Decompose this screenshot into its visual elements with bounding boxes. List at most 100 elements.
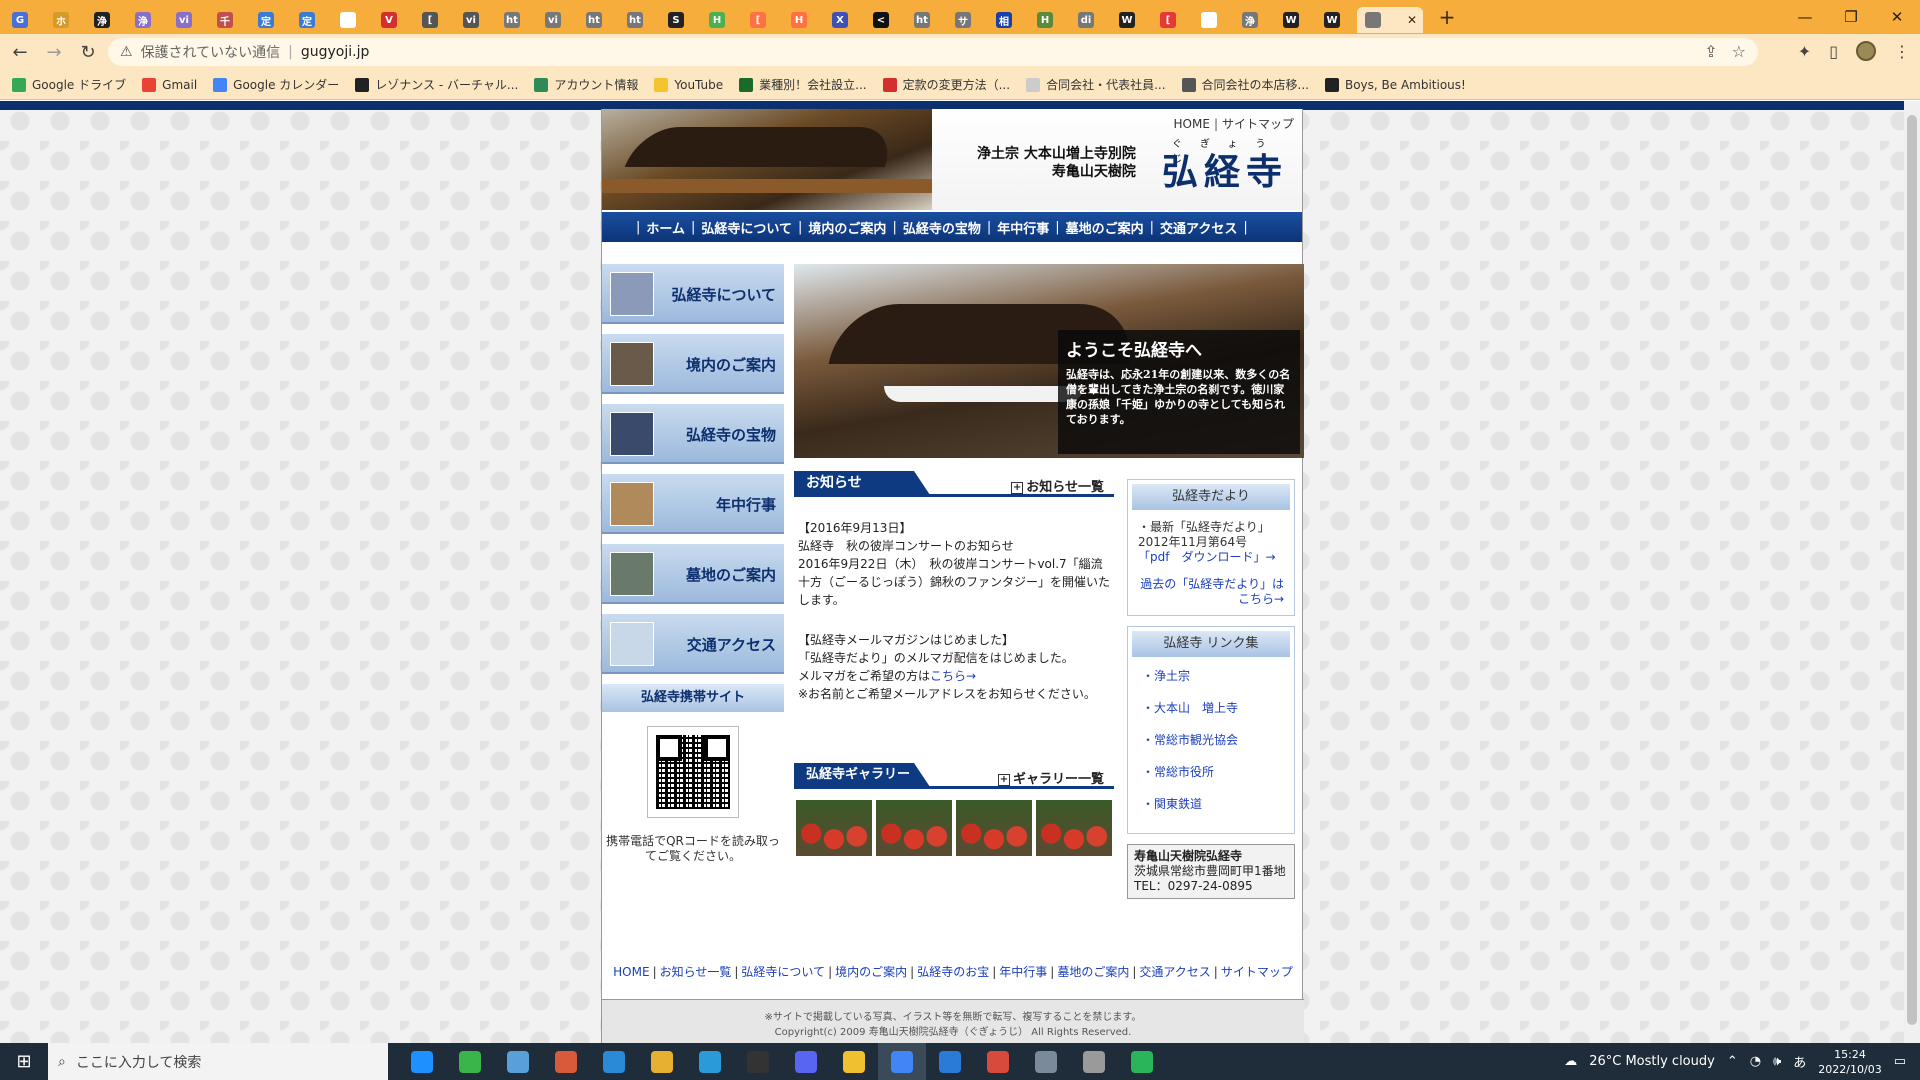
footer-nav-link[interactable]: HOME	[613, 965, 649, 979]
link-item[interactable]: 常総市役所	[1142, 761, 1280, 793]
security-label[interactable]: 保護されていない通信	[141, 42, 281, 62]
header-sitemap-link[interactable]: サイトマップ	[1222, 117, 1294, 131]
ime-indicator[interactable]: あ	[1793, 1052, 1806, 1071]
global-nav-item[interactable]: 年中行事	[997, 218, 1049, 237]
taskbar-search[interactable]: ⌕ ここに入力して検索	[48, 1043, 388, 1080]
network-icon[interactable]: ◔	[1750, 1054, 1761, 1069]
browser-tab[interactable]: S	[660, 7, 701, 33]
global-nav-item[interactable]: ホーム	[646, 218, 685, 237]
browser-tab[interactable]: 定	[291, 7, 332, 33]
temple-name-logo[interactable]: 弘経寺	[1162, 143, 1288, 195]
browser-tab[interactable]: H	[1029, 7, 1070, 33]
browser-tab[interactable]: vi	[537, 7, 578, 33]
taskbar-app[interactable]	[398, 1043, 446, 1080]
address-bar[interactable]: ⚠ 保護されていない通信 | gugyoji.jp ⇪ ☆	[108, 38, 1758, 66]
chevron-up-icon[interactable]: ⌃	[1727, 1054, 1738, 1069]
browser-tab[interactable]: [	[414, 7, 455, 33]
bookmark-item[interactable]: 合同会社・代表社員...	[1026, 76, 1166, 93]
browser-tab[interactable]: 相	[988, 7, 1029, 33]
sidebar-button[interactable]: 交通アクセス	[602, 614, 784, 674]
taskbar-app[interactable]	[878, 1043, 926, 1080]
taskbar-app[interactable]	[446, 1043, 494, 1080]
browser-tab[interactable]: W	[1111, 7, 1152, 33]
weather-text[interactable]: 26°C Mostly cloudy	[1589, 1054, 1715, 1069]
bookmark-item[interactable]: Gmail	[142, 77, 197, 92]
close-button[interactable]: ✕	[1874, 8, 1920, 26]
global-nav-item[interactable]: 墓地のご案内	[1066, 218, 1144, 237]
taskbar-app[interactable]	[782, 1043, 830, 1080]
news-more-link[interactable]: + お知らせ一覧	[1011, 476, 1104, 495]
bookmark-item[interactable]: Google カレンダー	[213, 76, 339, 93]
browser-tab[interactable]: G	[4, 7, 45, 33]
browser-tab[interactable]: <	[865, 7, 906, 33]
gallery-more-link[interactable]: + ギャラリー一覧	[997, 768, 1104, 787]
bookmark-item[interactable]: 業種別！会社設立...	[739, 76, 867, 93]
newsletter-link[interactable]: こちら→	[930, 669, 976, 683]
link-item[interactable]: 常総市観光協会	[1142, 729, 1280, 761]
browser-tab[interactable]: H	[1193, 7, 1234, 33]
forward-icon[interactable]: →	[40, 42, 68, 63]
taskbar-app[interactable]	[1022, 1043, 1070, 1080]
dayori-past-link[interactable]: 過去の「弘経寺だより」はこちら→	[1138, 577, 1284, 607]
back-icon[interactable]: ←	[6, 42, 34, 63]
bookmark-item[interactable]: アカウント情報	[534, 76, 638, 93]
taskbar-app[interactable]	[734, 1043, 782, 1080]
sidebar-button[interactable]: 墓地のご案内	[602, 544, 784, 604]
browser-tab[interactable]: W	[1316, 7, 1357, 33]
bookmark-item[interactable]: Google ドライブ	[12, 76, 126, 93]
side-panel-icon[interactable]: ▯	[1829, 42, 1838, 61]
taskbar-app[interactable]	[590, 1043, 638, 1080]
link-item[interactable]: 大本山 増上寺	[1142, 697, 1280, 729]
footer-nav-link[interactable]: 弘経寺のお宝	[917, 965, 989, 979]
browser-tab[interactable]: vi	[168, 7, 209, 33]
new-tab-button[interactable]: +	[1433, 5, 1461, 29]
warning-icon[interactable]: ⚠	[120, 44, 133, 60]
link-item[interactable]: 浄土宗	[1142, 665, 1280, 697]
browser-tab[interactable]: 浄	[127, 7, 168, 33]
gallery-photo[interactable]	[956, 800, 1032, 856]
browser-tab[interactable]: vi	[455, 7, 496, 33]
share-icon[interactable]: ⇪	[1704, 42, 1717, 61]
browser-tab[interactable]: 千	[209, 7, 250, 33]
minimize-button[interactable]: —	[1782, 8, 1828, 26]
browser-tab[interactable]: ht	[906, 7, 947, 33]
taskbar-app[interactable]	[542, 1043, 590, 1080]
notification-icon[interactable]: ▭	[1894, 1054, 1906, 1069]
global-nav-item[interactable]: 境内のご案内	[808, 218, 886, 237]
taskbar-app[interactable]	[494, 1043, 542, 1080]
bookmark-item[interactable]: YouTube	[654, 77, 723, 92]
scrollbar-thumb[interactable]	[1907, 115, 1917, 1025]
volume-icon[interactable]: 🕪	[1773, 1054, 1781, 1069]
global-nav-item[interactable]: 交通アクセス	[1160, 218, 1237, 237]
taskbar-app[interactable]	[830, 1043, 878, 1080]
footer-nav-link[interactable]: 墓地のご案内	[1057, 965, 1129, 979]
browser-tab[interactable]: H	[701, 7, 742, 33]
global-nav-item[interactable]: 弘経寺について	[701, 218, 792, 237]
taskbar-app[interactable]	[1118, 1043, 1166, 1080]
footer-nav-link[interactable]: 弘経寺について	[741, 965, 825, 979]
browser-tab[interactable]: [	[1152, 7, 1193, 33]
page-scrollbar[interactable]	[1904, 101, 1920, 1043]
reload-icon[interactable]: ↻	[74, 42, 102, 63]
tab-close-icon[interactable]: ✕	[1407, 13, 1417, 27]
footer-nav-link[interactable]: サイトマップ	[1221, 965, 1293, 979]
bookmark-item[interactable]: 合同会社の本店移...	[1181, 76, 1309, 93]
taskbar-app[interactable]	[974, 1043, 1022, 1080]
browser-tab[interactable]: V	[373, 7, 414, 33]
sidebar-button[interactable]: 弘経寺の宝物	[602, 404, 784, 464]
browser-tab[interactable]: ht	[619, 7, 660, 33]
gallery-photo[interactable]	[1036, 800, 1112, 856]
bookmark-star-icon[interactable]: ☆	[1732, 42, 1746, 61]
taskbar-app[interactable]	[638, 1043, 686, 1080]
sidebar-button[interactable]: 境内のご案内	[602, 334, 784, 394]
footer-nav-link[interactable]: 境内のご案内	[835, 965, 907, 979]
sidebar-button[interactable]: 弘経寺について	[602, 264, 784, 324]
browser-tab[interactable]: [	[742, 7, 783, 33]
browser-tab[interactable]: ホ	[45, 7, 86, 33]
url-text[interactable]: gugyoji.jp	[301, 44, 370, 60]
taskbar-app[interactable]	[926, 1043, 974, 1080]
browser-tab[interactable]: 浄	[1234, 7, 1275, 33]
browser-tab[interactable]: H	[783, 7, 824, 33]
browser-tab[interactable]: ht	[496, 7, 537, 33]
taskbar-app[interactable]	[1070, 1043, 1118, 1080]
